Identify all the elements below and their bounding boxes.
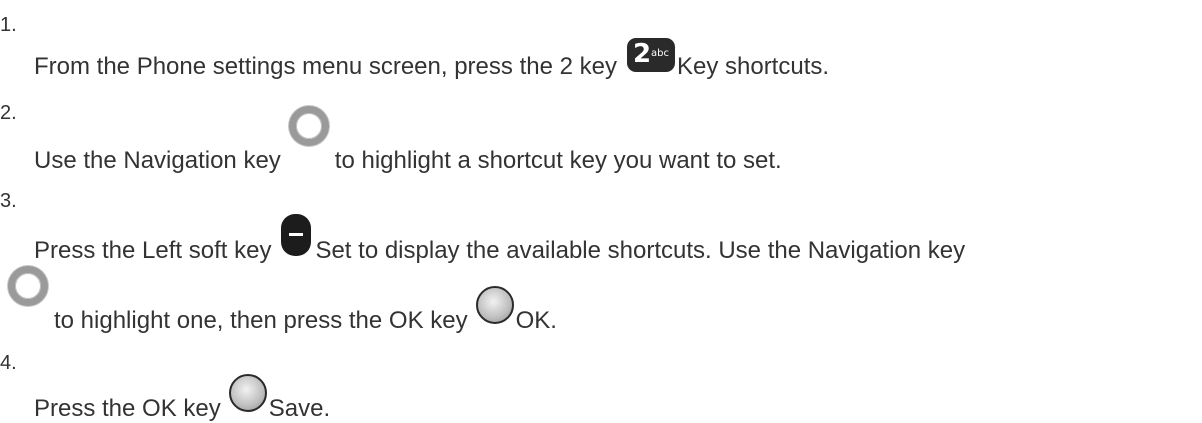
step-2-text: Use the Navigation key to highlight a sho… <box>34 106 782 175</box>
step-text: Use the Navigation key <box>34 147 281 174</box>
ok-key-icon <box>475 286 514 324</box>
key-2abc-icon: 2 abc <box>626 38 675 72</box>
step-number: 3. <box>0 190 17 212</box>
navigation-key-icon <box>288 106 329 146</box>
left-soft-key-icon <box>281 214 312 256</box>
step-text: Press the OK key <box>34 395 221 422</box>
step-text: Save. <box>268 395 331 422</box>
step-text: to highlight one, then press the OK key <box>54 307 468 334</box>
step-text: Press the Left soft key <box>34 237 272 264</box>
navigation-key-icon <box>8 266 48 306</box>
ok-key-icon <box>228 374 267 412</box>
step-text: Set to display the available shortcuts. … <box>315 237 966 264</box>
step-text: Key shortcuts. <box>676 53 830 80</box>
step-4-text: Press the OK key Save. <box>34 374 331 423</box>
step-text: From the Phone settings menu screen, pre… <box>34 53 617 80</box>
step-number: 1. <box>0 14 17 36</box>
step-text: OK. <box>515 307 557 334</box>
step-number: 2. <box>0 102 17 124</box>
step-1-text: From the Phone settings menu screen, pre… <box>34 38 830 81</box>
step-text: to highlight a shortcut key you want to … <box>334 147 782 174</box>
step-3-text-line-1: Press the Left soft key Set to display th… <box>34 214 966 265</box>
step-3-text-line-2: to highlight one, then press the OK key O… <box>8 266 557 335</box>
step-number: 4. <box>0 352 17 374</box>
